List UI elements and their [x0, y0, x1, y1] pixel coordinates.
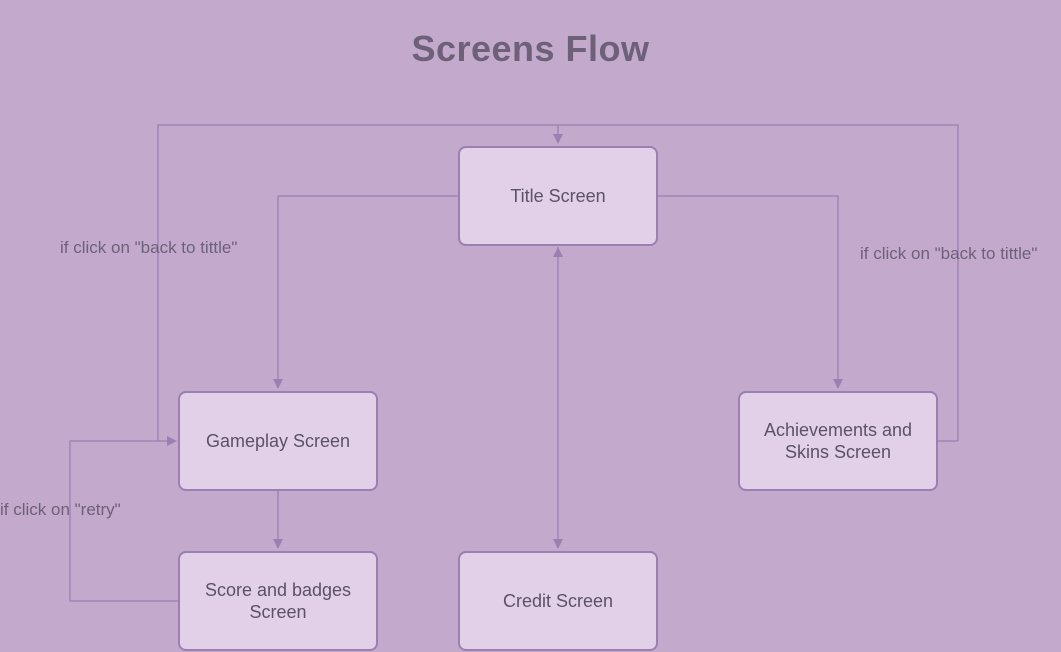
- node-label: Credit Screen: [503, 590, 613, 613]
- node-gameplay-screen: Gameplay Screen: [178, 391, 378, 491]
- node-title-screen: Title Screen: [458, 146, 658, 246]
- edge-label-back-right: if click on "back to tittle": [860, 244, 1037, 264]
- node-achievements-screen: Achievements and Skins Screen: [738, 391, 938, 491]
- node-label: Title Screen: [510, 185, 605, 208]
- edge-label-back-left: if click on "back to tittle": [60, 238, 237, 258]
- edge-label-retry: if click on "retry": [0, 500, 121, 520]
- node-label: Achievements and Skins Screen: [748, 419, 928, 464]
- node-label: Score and badges Screen: [188, 579, 368, 624]
- node-score-screen: Score and badges Screen: [178, 551, 378, 651]
- node-credit-screen: Credit Screen: [458, 551, 658, 651]
- node-label: Gameplay Screen: [206, 430, 350, 453]
- diagram-title: Screens Flow: [0, 28, 1061, 70]
